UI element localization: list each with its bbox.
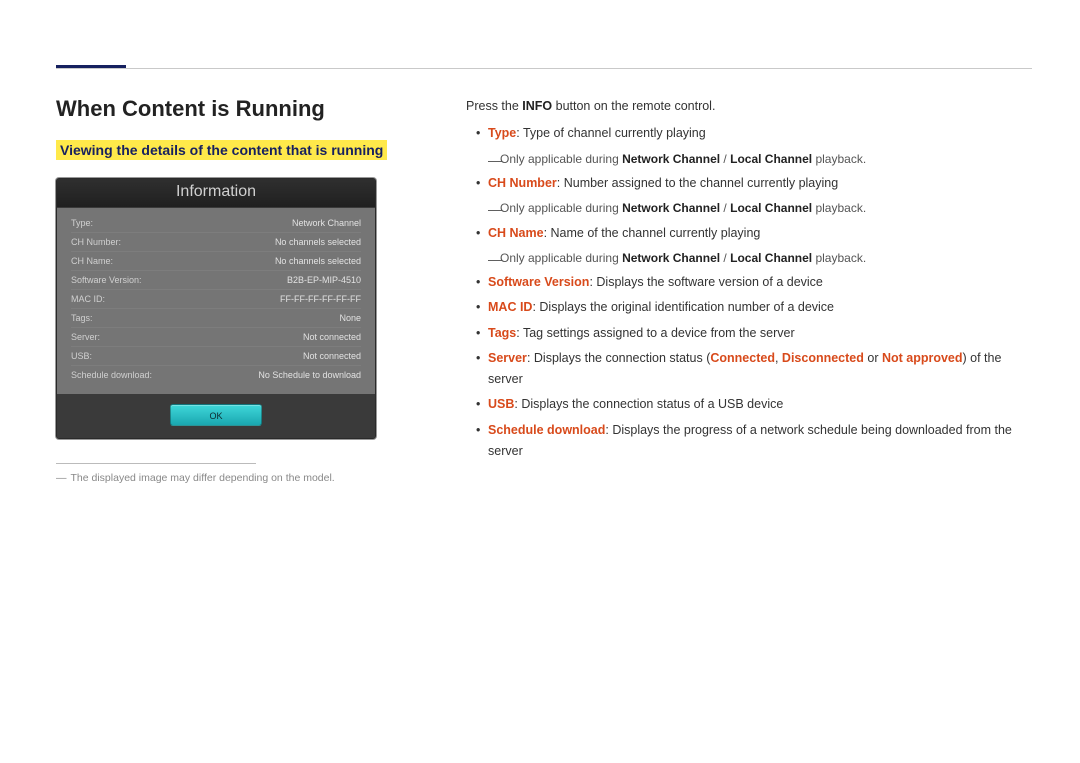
info-value: Not connected [303, 351, 361, 361]
list-item: Tags: Tag settings assigned to a device … [466, 323, 1032, 344]
list-item: CH Number: Number assigned to the channe… [466, 173, 1032, 194]
info-row: Schedule download: No Schedule to downloa… [71, 366, 361, 384]
footnote: ―The displayed image may differ dependin… [56, 472, 426, 484]
list-item: Schedule download: Displays the progress… [466, 420, 1032, 463]
info-row: USB: Not connected [71, 347, 361, 366]
list-item: MAC ID: Displays the original identifica… [466, 297, 1032, 318]
description-column: Press the INFO button on the remote cont… [466, 96, 1032, 484]
info-label: Software Version: [71, 275, 142, 285]
info-value: Not connected [303, 332, 361, 342]
info-panel-footer: OK [57, 394, 375, 438]
info-panel-body: Type: Network Channel CH Number: No channe… [57, 208, 375, 394]
term: MAC ID [488, 300, 532, 314]
desc: : Tag settings assigned to a device from… [516, 326, 794, 340]
term: Type [488, 126, 516, 140]
desc: : Displays the connection status of a US… [514, 397, 783, 411]
intro-post: button on the remote control. [552, 99, 715, 113]
info-row: CH Name: No channels selected [71, 252, 361, 271]
info-value: Network Channel [292, 218, 361, 228]
info-row: MAC ID: FF-FF-FF-FF-FF-FF [71, 290, 361, 309]
info-value: B2B-EP-MIP-4510 [287, 275, 361, 285]
list-item: CH Name: Name of the channel currently p… [466, 223, 1032, 244]
info-label: CH Number: [71, 237, 121, 247]
info-label: Type: [71, 218, 93, 228]
desc: : Name of the channel currently playing [544, 226, 761, 240]
desc: : Displays the original identification n… [532, 300, 834, 314]
list-item: Server: Displays the connection status (… [466, 348, 1032, 391]
info-value: No channels selected [275, 237, 361, 247]
term: Software Version [488, 275, 589, 289]
desc: : Type of channel currently playing [516, 126, 705, 140]
intro-line: Press the INFO button on the remote cont… [466, 96, 1032, 117]
desc: : Displays the software version of a dev… [589, 275, 822, 289]
info-label: Schedule download: [71, 370, 152, 380]
section-subtitle: Viewing the details of the content that … [56, 140, 387, 160]
info-label: CH Name: [71, 256, 113, 266]
sub-note: ―Only applicable during Network Channel … [466, 198, 1032, 218]
desc: : Displays the connection status ( [527, 351, 710, 365]
term: Schedule download [488, 423, 605, 437]
term: CH Number [488, 176, 557, 190]
info-row: Server: Not connected [71, 328, 361, 347]
list-item: Type: Type of channel currently playing [466, 123, 1032, 144]
term: Server [488, 351, 527, 365]
info-label: Server: [71, 332, 100, 342]
sub-note: ―Only applicable during Network Channel … [466, 149, 1032, 169]
footnote-text: The displayed image may differ depending… [71, 472, 335, 484]
term: USB [488, 397, 514, 411]
info-row: Type: Network Channel [71, 214, 361, 233]
page-title: When Content is Running [56, 96, 426, 122]
header-rule [56, 68, 1032, 69]
info-value: None [339, 313, 361, 323]
info-row: Tags: None [71, 309, 361, 328]
list-item: Software Version: Displays the software … [466, 272, 1032, 293]
info-value: No channels selected [275, 256, 361, 266]
info-label: Tags: [71, 313, 93, 323]
info-row: Software Version: B2B-EP-MIP-4510 [71, 271, 361, 290]
info-value: FF-FF-FF-FF-FF-FF [280, 294, 361, 304]
desc: : Number assigned to the channel current… [557, 176, 838, 190]
footnote-rule [56, 463, 256, 464]
info-row: CH Number: No channels selected [71, 233, 361, 252]
intro-pre: Press the [466, 99, 522, 113]
sub-note: ―Only applicable during Network Channel … [466, 248, 1032, 268]
term: CH Name [488, 226, 544, 240]
info-value: No Schedule to download [258, 370, 361, 380]
ok-button[interactable]: OK [170, 404, 262, 426]
info-label: USB: [71, 351, 92, 361]
term: Tags [488, 326, 516, 340]
intro-bold: INFO [522, 99, 552, 113]
list-item: USB: Displays the connection status of a… [466, 394, 1032, 415]
info-panel-title: Information [57, 179, 375, 208]
info-label: MAC ID: [71, 294, 105, 304]
info-panel: Information Type: Network Channel CH Numb… [56, 178, 376, 439]
